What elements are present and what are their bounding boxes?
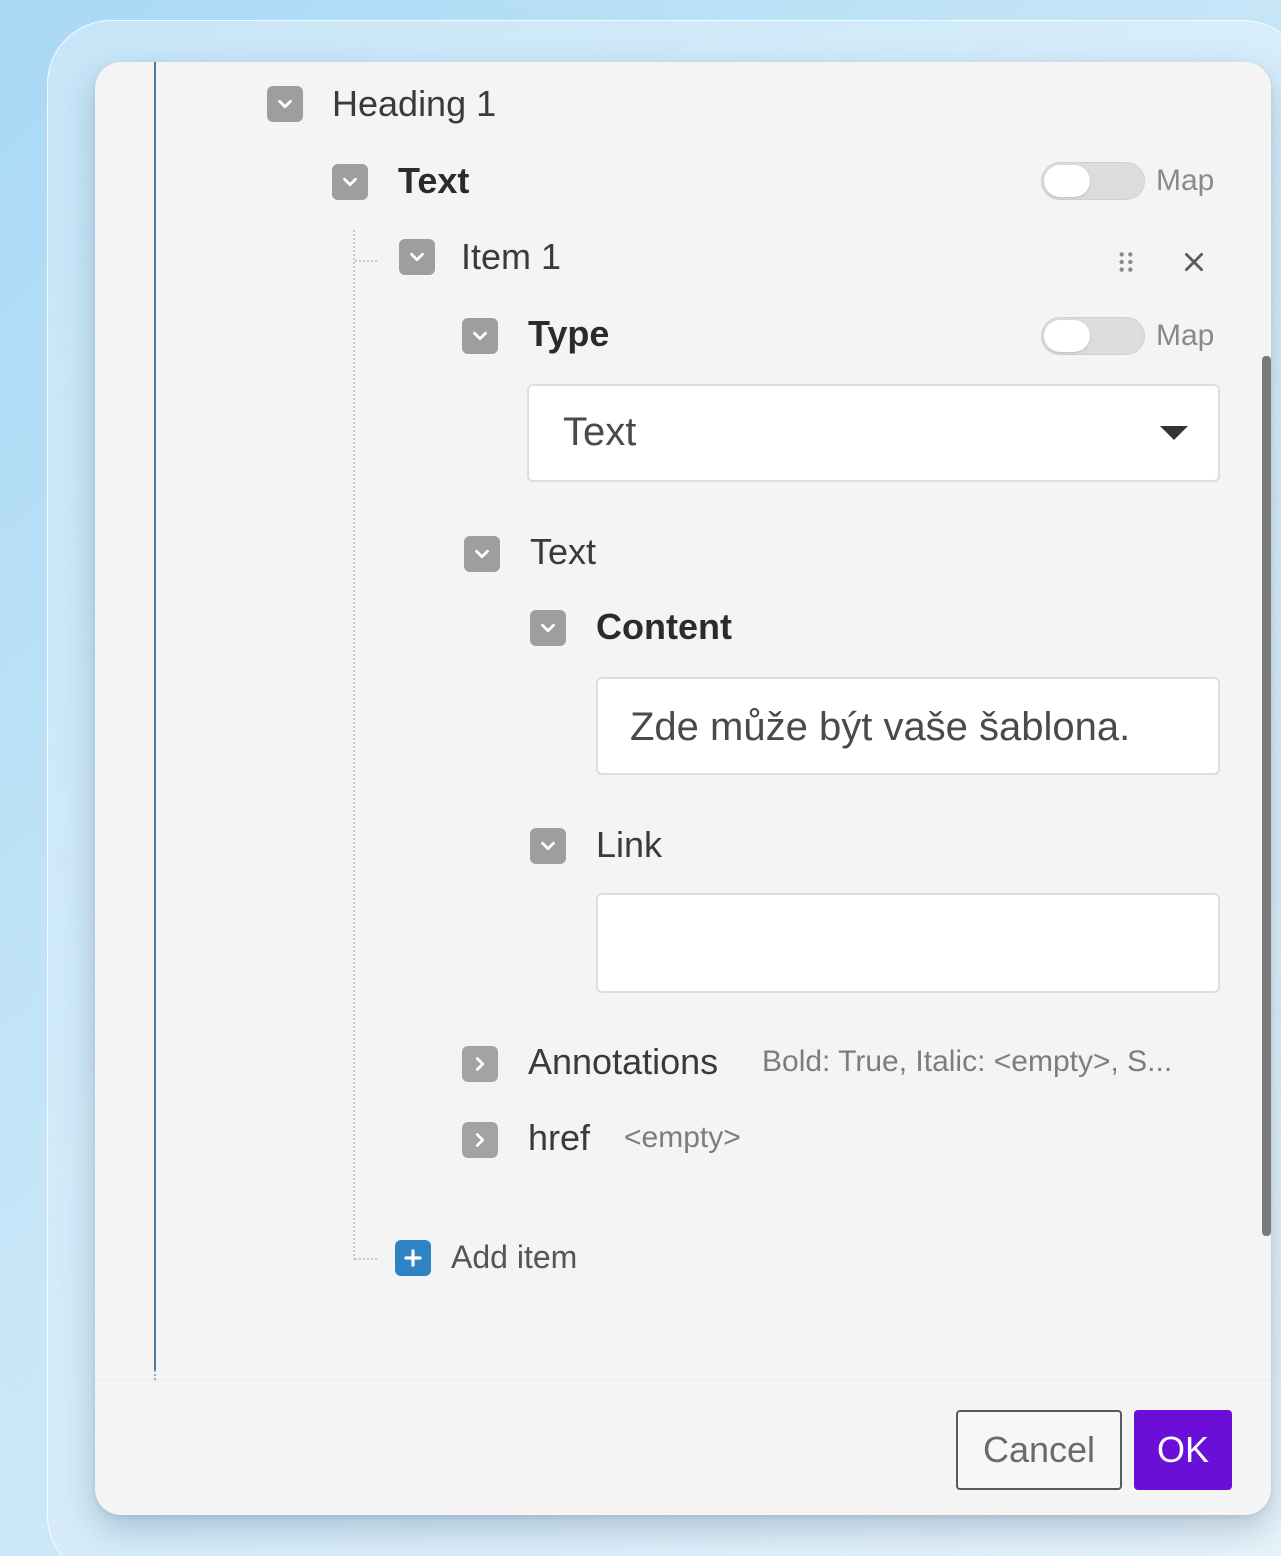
text-sub-label: Text bbox=[530, 531, 597, 572]
chevron-down-icon bbox=[343, 177, 357, 187]
collapse-item1-icon[interactable] bbox=[399, 239, 435, 275]
type-select-value: Text bbox=[563, 410, 637, 454]
type-map-toggle[interactable] bbox=[1041, 317, 1145, 355]
collapse-text-icon[interactable] bbox=[332, 164, 368, 200]
content-input[interactable]: Zde může být vaše šablona. bbox=[596, 677, 1220, 775]
heading1-label: Heading 1 bbox=[332, 83, 497, 124]
collapse-heading1-icon[interactable] bbox=[267, 86, 303, 122]
type-select[interactable]: Text bbox=[527, 384, 1220, 482]
href-label: href bbox=[528, 1117, 591, 1158]
text-map-label: Map bbox=[1156, 164, 1215, 197]
collapse-content-icon[interactable] bbox=[530, 610, 566, 646]
add-item-connector bbox=[355, 1258, 377, 1260]
item1-label: Item 1 bbox=[461, 236, 562, 277]
cancel-button[interactable]: Cancel bbox=[956, 1410, 1122, 1490]
type-map-label: Map bbox=[1156, 319, 1215, 352]
expand-href-icon[interactable] bbox=[462, 1122, 498, 1158]
content-input-value: Zde může být vaše šablona. bbox=[630, 705, 1131, 749]
drag-handle-icon[interactable] bbox=[1106, 242, 1146, 282]
collapse-type-icon[interactable] bbox=[462, 318, 498, 354]
annotations-label: Annotations bbox=[528, 1041, 719, 1082]
collapse-link-icon[interactable] bbox=[530, 828, 566, 864]
content-label: Content bbox=[596, 606, 732, 647]
left-tree-rule-end bbox=[154, 1370, 156, 1380]
annotations-summary: Bold: True, Italic: <empty>, S... bbox=[762, 1045, 1173, 1078]
chevron-down-icon bbox=[475, 549, 489, 559]
link-input[interactable] bbox=[596, 893, 1220, 993]
chevron-down-icon bbox=[541, 841, 555, 851]
caret-down-icon bbox=[1160, 426, 1188, 440]
chevron-right-icon bbox=[475, 1057, 485, 1071]
chevron-down-icon bbox=[541, 623, 555, 633]
left-tree-rule bbox=[154, 62, 156, 1370]
text-map-toggle[interactable] bbox=[1041, 162, 1145, 200]
href-summary: <empty> bbox=[624, 1121, 741, 1154]
text-section-label: Text bbox=[398, 160, 470, 201]
link-label: Link bbox=[596, 824, 663, 865]
mapping-dialog: Heading 1 Text Map Item 1 Type Map Text … bbox=[95, 62, 1271, 1515]
collapse-text-sub-icon[interactable] bbox=[464, 536, 500, 572]
item1-connector bbox=[355, 260, 377, 262]
type-label: Type bbox=[528, 313, 610, 354]
toggle-knob bbox=[1044, 320, 1090, 352]
chevron-down-icon bbox=[278, 99, 292, 109]
add-item-plus-icon[interactable] bbox=[395, 1240, 431, 1276]
chevron-right-icon bbox=[475, 1133, 485, 1147]
remove-item-icon[interactable] bbox=[1174, 242, 1214, 282]
toggle-knob bbox=[1044, 165, 1090, 197]
vertical-scrollbar[interactable] bbox=[1262, 356, 1271, 1236]
add-item-label[interactable]: Add item bbox=[451, 1237, 577, 1277]
expand-annotations-icon[interactable] bbox=[462, 1046, 498, 1082]
item-tree-connector bbox=[353, 230, 355, 1260]
footer-divider bbox=[95, 1380, 1271, 1381]
chevron-down-icon bbox=[473, 331, 487, 341]
ok-button[interactable]: OK bbox=[1134, 1410, 1232, 1490]
chevron-down-icon bbox=[410, 252, 424, 262]
